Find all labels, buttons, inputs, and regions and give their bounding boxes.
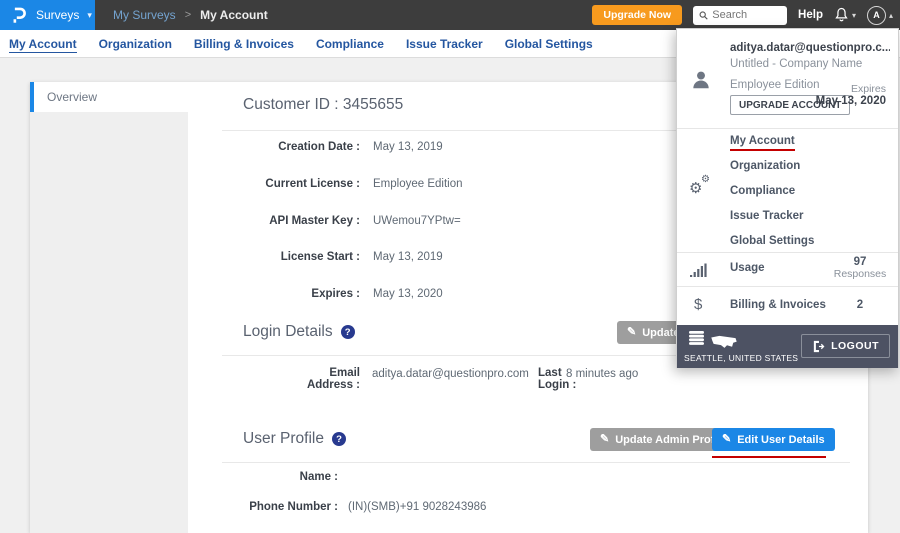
upgrade-now-button[interactable]: Upgrade Now: [592, 5, 682, 25]
help-question-icon[interactable]: ?: [332, 432, 346, 446]
field-current-license: Current License : Employee Edition: [222, 178, 463, 190]
name-label: Name :: [222, 471, 338, 483]
billing-count-wrap: 2: [830, 299, 890, 311]
dollar-icon: $: [694, 296, 702, 313]
avatar: A: [867, 6, 886, 25]
account-summary: aditya.datar@questionpro.c... Untitled -…: [677, 29, 898, 129]
email-address-value: aditya.datar@questionpro.com: [372, 368, 529, 380]
field-api-master-key: API Master Key : UWemou7YPtw=: [222, 215, 461, 227]
bell-icon: [834, 7, 849, 23]
menu-item-issue-tracker[interactable]: Issue Tracker: [677, 204, 898, 229]
account-edition: Employee Edition: [730, 79, 820, 91]
account-dropdown: aditya.datar@questionpro.c... Untitled -…: [676, 28, 899, 368]
edit-icon: ✎: [722, 432, 731, 445]
account-company: Untitled - Company Name: [730, 58, 862, 70]
breadcrumb-separator: >: [185, 9, 191, 21]
bar-chart-icon: [690, 263, 708, 277]
phone-number-label: Phone Number :: [222, 501, 338, 513]
tab-compliance[interactable]: Compliance: [316, 37, 384, 51]
questionpro-logo: [11, 5, 28, 25]
product-switcher[interactable]: Surveys ▾: [0, 0, 95, 30]
chevron-down-icon: ▾: [852, 11, 856, 20]
edit-icon: ✎: [600, 432, 609, 445]
tab-issue-tracker[interactable]: Issue Tracker: [406, 37, 483, 51]
field-license-start: License Start : May 13, 2019: [222, 251, 443, 263]
email-address-label: Email Address :: [300, 367, 360, 391]
chevron-down-icon: ▾: [87, 10, 92, 21]
us-map-icon: [710, 334, 738, 349]
user-profile-title: User Profile ?: [243, 430, 346, 448]
server-stack-icon: [688, 331, 705, 346]
breadcrumb: My Surveys > My Account: [113, 0, 268, 30]
edit-user-details-button[interactable]: ✎ Edit User Details: [712, 428, 835, 451]
last-login-value: 8 minutes ago: [566, 368, 638, 380]
search-box[interactable]: [693, 6, 787, 25]
field-creation-date: Creation Date : May 13, 2019: [222, 141, 443, 153]
breadcrumb-my-surveys[interactable]: My Surveys: [113, 8, 176, 22]
billing-count: 2: [830, 299, 890, 311]
sidebar-item-overview[interactable]: Overview: [30, 82, 188, 112]
account-menu-items: ⚙ ⚙ My Account Organization Compliance I…: [677, 129, 898, 253]
menu-item-my-account[interactable]: My Account: [677, 129, 898, 154]
account-expiry: Expires May 13, 2020: [816, 83, 886, 107]
breadcrumb-my-account: My Account: [200, 8, 268, 22]
edit-icon: ✎: [627, 325, 636, 338]
search-icon: [699, 10, 708, 21]
expires-value: May 13, 2020: [816, 95, 886, 107]
account-footer: SEATTLE, UNITED STATES LOGOUT: [677, 325, 898, 368]
usage-label: Usage: [730, 262, 765, 274]
tab-my-account[interactable]: My Account: [9, 37, 77, 51]
help-question-icon[interactable]: ?: [341, 325, 355, 339]
notifications-button[interactable]: ▾: [834, 7, 856, 23]
logout-button[interactable]: LOGOUT: [801, 334, 890, 358]
tab-global-settings[interactable]: Global Settings: [505, 37, 593, 51]
header-actions: Upgrade Now Help ▾ A ▴: [592, 0, 893, 30]
annotation-underline-edit-user: [712, 456, 826, 458]
divider: [222, 462, 850, 463]
gears-icon: ⚙ ⚙: [689, 176, 713, 198]
account-menu-button[interactable]: A ▴: [867, 6, 893, 25]
help-link[interactable]: Help: [798, 9, 823, 21]
usage-stats: 97 Responses: [830, 256, 890, 280]
account-email: aditya.datar@questionpro.c...: [730, 42, 890, 54]
chevron-up-icon: ▴: [889, 11, 893, 20]
tab-organization[interactable]: Organization: [99, 37, 172, 51]
account-location: SEATTLE, UNITED STATES: [684, 353, 798, 363]
billing-invoices-row[interactable]: $ Billing & Invoices 2: [677, 287, 898, 325]
menu-item-global-settings[interactable]: Global Settings: [677, 229, 898, 254]
usage-count: 97: [830, 256, 890, 268]
usage-unit: Responses: [830, 268, 890, 280]
search-input[interactable]: [712, 9, 781, 21]
field-expires: Expires : May 13, 2020: [222, 288, 443, 300]
logout-icon: [812, 340, 825, 353]
customer-id-title: Customer ID : 3455655: [243, 96, 403, 114]
tab-billing-invoices[interactable]: Billing & Invoices: [194, 37, 294, 51]
top-header: Surveys ▾ My Surveys > My Account Upgrad…: [0, 0, 900, 30]
product-label: Surveys: [36, 8, 79, 22]
billing-label: Billing & Invoices: [730, 299, 826, 311]
sidebar: Overview: [30, 82, 188, 533]
login-details-title: Login Details ?: [243, 323, 355, 341]
expires-label: Expires: [816, 83, 886, 95]
phone-number-value: (IN)(SMB)+91 9028243986: [348, 501, 486, 513]
my-account-page: Surveys ▾ My Surveys > My Account Upgrad…: [0, 0, 900, 533]
user-icon: [690, 69, 712, 91]
usage-row[interactable]: Usage 97 Responses: [677, 253, 898, 287]
